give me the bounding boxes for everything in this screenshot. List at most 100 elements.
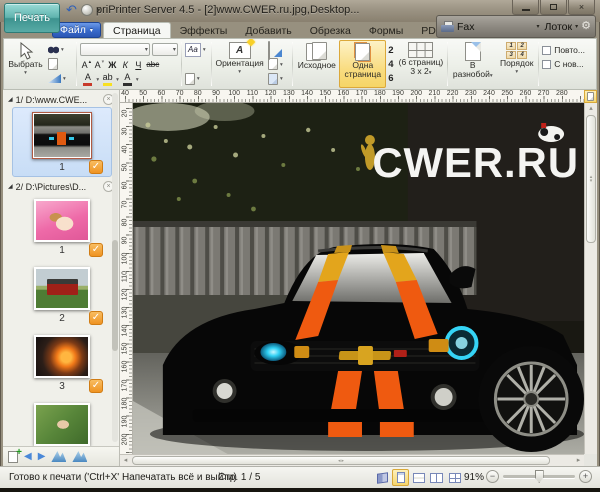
page-checkbox[interactable]: ✓	[89, 160, 103, 174]
page-color-button[interactable]: ▾	[184, 72, 209, 85]
sidebar-scrollbar[interactable]	[112, 93, 118, 442]
printer-select[interactable]: Fax	[457, 21, 533, 33]
font-size-select[interactable]	[151, 43, 178, 56]
minimize-button[interactable]	[512, 0, 539, 15]
close-button[interactable]: ×	[568, 0, 595, 15]
gear-icon[interactable]: ⚙	[581, 21, 591, 32]
grow-font-button[interactable]: А	[80, 58, 92, 71]
ruler-corner-button[interactable]	[584, 90, 597, 103]
zoom-slider-track[interactable]	[503, 470, 575, 483]
page-thumbnail-truck[interactable]	[34, 267, 90, 310]
gradient-button[interactable]: ▾	[47, 72, 74, 85]
order-cell: 1	[506, 42, 517, 50]
printer-icon	[441, 21, 454, 32]
font-color-button[interactable]: А	[80, 73, 95, 86]
view-book-button[interactable]	[374, 469, 391, 486]
orientation-button[interactable]: A Ориентация ▾	[213, 40, 266, 88]
page-checkbox[interactable]: ✓	[89, 311, 103, 325]
device-bar: Fax ▾ Лоток ▾ ⚙	[436, 15, 596, 38]
scroll-right-icon[interactable]: ▸	[573, 455, 584, 466]
pages-per-sheet-4-button[interactable]: 4	[388, 59, 393, 70]
view-facing-button[interactable]	[428, 469, 445, 486]
shuffle-button[interactable]: В разнобой▾	[449, 40, 496, 88]
sidebar-group-header[interactable]: ◢ 1/ D:\www.CWE... ×	[3, 92, 119, 106]
six-pages-button[interactable]: (6 страниц) 3 x 2▾	[396, 40, 447, 88]
tab-Эффекты[interactable]: Эффекты	[171, 22, 237, 38]
view-single-page-button[interactable]	[392, 469, 409, 486]
page-thumbnail-grass[interactable]	[34, 403, 90, 446]
repeat-checkbox[interactable]: Повто...	[542, 45, 593, 55]
checkbox-icon	[542, 45, 552, 55]
next-page-button[interactable]: ▶	[38, 451, 46, 462]
horizontal-scrollbar[interactable]: ◂ ◂ ▸ ▸	[120, 454, 584, 466]
page-setup-button[interactable]	[47, 58, 74, 71]
sidebar-group-header[interactable]: ◢ 2/ D:\Pictures\D... ×	[3, 179, 119, 193]
pages-per-sheet-2-button[interactable]: 2	[388, 45, 393, 56]
tab-Добавить[interactable]: Добавить	[236, 22, 300, 38]
page-checkbox[interactable]: ✓	[89, 379, 103, 393]
rotate-right-button[interactable]	[72, 451, 88, 462]
tab-Страница[interactable]: Страница	[103, 22, 171, 38]
font-family-select[interactable]	[80, 43, 150, 56]
page-thumbnail-fire[interactable]	[34, 335, 90, 378]
strikethrough-button[interactable]: abc	[145, 58, 160, 71]
page-thumbnail-item[interactable]: 4✓	[12, 398, 112, 446]
select-button[interactable]: Выбрать ▾	[5, 40, 46, 88]
order-button[interactable]: 1234 Порядок ▾	[496, 40, 537, 88]
sidebar-group-label: 2/ D:\Pictures\D...	[15, 181, 87, 192]
zoom-out-button[interactable]: −	[486, 470, 499, 483]
page-thumbnail-item[interactable]: 1 ✓	[12, 107, 112, 177]
record-icon[interactable]	[80, 4, 93, 16]
underline-color-button[interactable]: А	[120, 73, 135, 86]
text-style-button[interactable]: Aa ▾	[184, 42, 209, 57]
tab-Обрезка[interactable]: Обрезка	[301, 22, 360, 38]
undo-icon[interactable]: ↶	[66, 3, 77, 17]
scroll-up-icon[interactable]: ▴	[585, 103, 597, 114]
page-thumbnail-item[interactable]: 1 ✓	[12, 194, 112, 260]
underline-button[interactable]: Ч	[132, 58, 144, 71]
tray-dropdown-icon[interactable]: ▾	[575, 23, 578, 30]
page-thumbnail-item[interactable]: 2 ✓	[12, 262, 112, 328]
view-grid-button[interactable]	[446, 469, 463, 486]
orientation-label: Ориентация	[215, 58, 264, 68]
original-layout-button[interactable]: Исходное	[294, 40, 339, 88]
page-thumbnail-car[interactable]	[32, 112, 92, 159]
ruler-label: 150	[121, 342, 129, 355]
add-page-button[interactable]: +	[8, 447, 22, 463]
copies-button[interactable]	[267, 41, 290, 60]
horizontal-scroll-thumb[interactable]: ◂ ▸	[132, 456, 550, 465]
pages-per-sheet-6-button[interactable]: 6	[388, 73, 393, 84]
printer-dropdown-icon[interactable]: ▾	[536, 23, 539, 30]
prev-page-button[interactable]: ◀	[24, 451, 32, 462]
tab-Формы[interactable]: Формы	[360, 22, 412, 38]
ribbon-tabs: СтраницаЭффектыДобавитьОбрезкаФормыPDFВи…	[103, 22, 488, 38]
view-continuous-button[interactable]	[410, 469, 427, 486]
restore-button[interactable]	[540, 0, 567, 15]
insert-page-button[interactable]: ▾	[267, 58, 290, 71]
collapse-icon[interactable]: ◢	[8, 183, 13, 190]
page-count-presets: 2 4 6	[386, 40, 395, 88]
one-page-button[interactable]: Одна страница	[339, 40, 387, 88]
vertical-scrollbar[interactable]: ▴ ▴ ▾	[584, 103, 597, 454]
italic-button[interactable]: К	[119, 58, 131, 71]
booklet-button[interactable]: ▾	[267, 72, 290, 85]
shrink-font-button[interactable]: А	[93, 58, 105, 71]
highlight-button[interactable]: ab	[100, 73, 115, 86]
collapse-icon[interactable]: ◢	[8, 96, 13, 103]
page-thumbnail-pink[interactable]	[34, 199, 90, 242]
zoom-slider-thumb[interactable]	[534, 470, 544, 483]
find-button[interactable]: ▾	[47, 43, 74, 56]
preview-canvas[interactable]: CWER.RU	[133, 103, 584, 454]
ruler-label: 220	[446, 90, 459, 97]
print-button[interactable]: Печать	[4, 3, 60, 33]
page-thumbnail-item[interactable]: 3 ✓	[12, 330, 112, 396]
bold-button[interactable]: Ж	[106, 58, 118, 71]
rotate-left-button[interactable]	[51, 451, 67, 462]
gradient-icon	[48, 74, 62, 83]
tray-select[interactable]: Лоток	[544, 21, 572, 33]
zoom-in-button[interactable]: +	[579, 470, 592, 483]
scroll-left-icon[interactable]: ◂	[120, 455, 131, 466]
vertical-scroll-thumb[interactable]: ▴ ▾	[586, 115, 596, 243]
new-sheet-checkbox[interactable]: С нов...	[542, 59, 593, 69]
page-checkbox[interactable]: ✓	[89, 243, 103, 257]
